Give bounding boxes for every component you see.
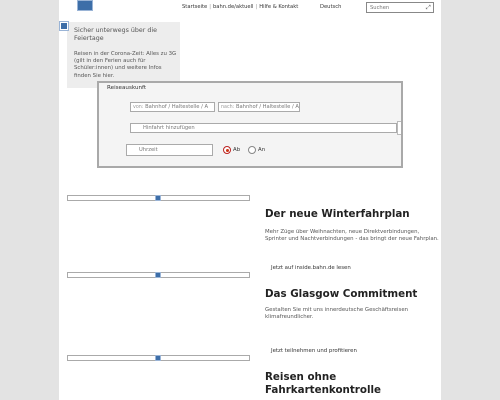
- search-icon[interactable]: ⤢: [426, 4, 431, 12]
- radio-ab-label: Ab: [233, 147, 241, 153]
- article-title[interactable]: Reisen ohne Fahrkartenkontrolle: [265, 371, 435, 397]
- from-prefix: von:: [133, 105, 144, 110]
- notice-body: Reisen in der Corona-Zeit: Alles zu 3G (…: [74, 51, 177, 79]
- article-image-placeholder: [67, 272, 250, 278]
- nav-separator: |: [209, 4, 211, 10]
- from-placeholder: Bahnhof / Haltestelle / A: [145, 104, 209, 110]
- corona-notice[interactable]: Sicher unterwegs über die Feiertage Reis…: [67, 22, 180, 88]
- radio-an[interactable]: [248, 146, 256, 154]
- broken-image-icon: [155, 355, 161, 361]
- language-selector[interactable]: Deutsch: [320, 4, 341, 10]
- article-link[interactable]: Jetzt teilnehmen und profitieren: [271, 348, 357, 354]
- add-return-placeholder: Hinfahrt hinzufügen: [143, 125, 195, 131]
- to-prefix: nach:: [221, 105, 235, 110]
- article-image-placeholder: [67, 355, 250, 361]
- broken-image-icon: [155, 272, 161, 278]
- article-title[interactable]: Der neue Winterfahrplan: [265, 208, 410, 221]
- broken-image-icon: [155, 195, 161, 201]
- time-input[interactable]: Uhrzeit: [126, 144, 213, 156]
- reiseauskunft-panel: Reiseauskunft von: Bahnhof / Haltestelle…: [97, 81, 403, 168]
- to-input[interactable]: nach: Bahnhof / Haltestelle / A: [218, 102, 300, 112]
- broken-image-icon: [59, 21, 69, 31]
- notice-title: Sicher unterwegs über die Feiertage: [74, 27, 157, 42]
- radio-ab[interactable]: [223, 146, 231, 154]
- top-navigation: Startseite | bahn.de/aktuell | Hilfe & Konta…: [182, 4, 298, 10]
- add-return-input[interactable]: Hinfahrt hinzufügen: [130, 123, 397, 133]
- nav-separator: |: [255, 4, 258, 10]
- nav-startseite[interactable]: Startseite: [182, 4, 207, 10]
- search-input[interactable]: [366, 2, 434, 13]
- article-title[interactable]: Das Glasgow Commitment: [265, 288, 417, 301]
- article-image-placeholder: [67, 195, 250, 201]
- nav-bahn-aktuell[interactable]: bahn.de/aktuell: [213, 4, 254, 10]
- reiseauskunft-title: Reiseauskunft: [107, 85, 147, 91]
- from-input[interactable]: von: Bahnhof / Haltestelle / A: [130, 102, 215, 112]
- article-link[interactable]: Jetzt auf inside.bahn.de lesen: [271, 265, 351, 271]
- panel-edge-control: [397, 121, 401, 135]
- time-placeholder: Uhrzeit: [139, 147, 158, 153]
- article-body: Mehr Züge über Weihnachten, neue Direktv…: [265, 229, 439, 243]
- radio-an-label: An: [258, 147, 266, 153]
- to-placeholder: Bahnhof / Haltestelle / A: [235, 104, 299, 110]
- db-logo[interactable]: [77, 0, 93, 11]
- article-body: Gestalten Sie mit uns innerdeutsche Gesc…: [265, 307, 409, 321]
- nav-hilfe-kontakt[interactable]: Hilfe & Kontakt: [259, 4, 298, 10]
